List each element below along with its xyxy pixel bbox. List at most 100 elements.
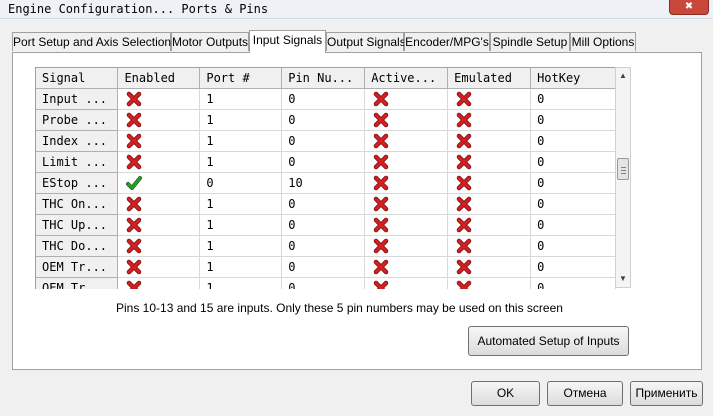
port-cell[interactable]: 1	[199, 130, 283, 152]
hotkey-cell[interactable]: 0	[530, 88, 616, 110]
col-header-hotkey[interactable]: HotKey	[530, 68, 616, 89]
grid-cell[interactable]	[447, 88, 532, 110]
hotkey-cell[interactable]: 0	[530, 214, 616, 236]
port-cell[interactable]: 1	[199, 88, 283, 110]
signal-name-cell[interactable]: OEM Tr...	[36, 277, 119, 289]
grid-cell[interactable]	[364, 130, 449, 152]
hotkey-cell[interactable]: 0	[530, 277, 616, 289]
pin-cell[interactable]: 0	[281, 277, 366, 289]
signal-name-cell[interactable]: THC Do...	[36, 235, 119, 257]
port-cell[interactable]: 1	[199, 151, 283, 173]
grid-cell[interactable]	[117, 277, 201, 289]
grid-cell[interactable]	[117, 109, 201, 131]
grid-cell[interactable]	[117, 193, 201, 215]
port-cell[interactable]: 1	[199, 235, 283, 257]
pin-cell[interactable]: 10	[281, 172, 366, 194]
pin-cell[interactable]: 0	[281, 130, 366, 152]
port-cell[interactable]: 1	[199, 193, 283, 215]
grid-cell[interactable]	[364, 235, 449, 257]
tab-motor-outputs[interactable]: Motor Outputs	[171, 32, 249, 51]
port-cell[interactable]: 1	[199, 214, 283, 236]
signal-name-cell[interactable]: Index ...	[36, 130, 119, 152]
tab-input-signals[interactable]: Input Signals	[249, 30, 326, 53]
hotkey-cell[interactable]: 0	[530, 130, 616, 152]
grid-cell[interactable]	[117, 130, 201, 152]
signals-grid[interactable]: Signal Enabled Port # Pin Nu... Active..…	[35, 67, 616, 289]
tab-port-setup[interactable]: Port Setup and Axis Selection	[12, 32, 171, 51]
col-header-active-low[interactable]: Active...	[364, 68, 449, 89]
scroll-thumb[interactable]	[617, 158, 629, 181]
table-row[interactable]: Limit ... 1 0 0	[36, 151, 616, 173]
grid-cell[interactable]	[364, 172, 449, 194]
scroll-up-arrow[interactable]: ▲	[616, 68, 630, 84]
signal-name-cell[interactable]: OEM Tr...	[36, 256, 119, 278]
grid-cell[interactable]	[364, 109, 449, 131]
table-row[interactable]: Index ... 1 0 0	[36, 130, 616, 152]
pin-cell[interactable]: 0	[281, 214, 366, 236]
pin-cell[interactable]: 0	[281, 235, 366, 257]
table-row[interactable]: THC Up... 1 0 0	[36, 214, 616, 236]
apply-button[interactable]: Применить	[630, 381, 703, 406]
grid-cell[interactable]	[364, 277, 449, 289]
pin-cell[interactable]: 0	[281, 88, 366, 110]
signal-name-cell[interactable]: Limit ...	[36, 151, 119, 173]
cancel-button[interactable]: Отмена	[547, 381, 623, 406]
grid-cell[interactable]	[117, 88, 201, 110]
signal-name-cell[interactable]: Probe ...	[36, 109, 119, 131]
grid-cell[interactable]	[447, 172, 532, 194]
hotkey-cell[interactable]: 0	[530, 235, 616, 257]
hotkey-cell[interactable]: 0	[530, 256, 616, 278]
pin-cell[interactable]: 0	[281, 151, 366, 173]
col-header-port[interactable]: Port #	[199, 68, 283, 89]
grid-cell[interactable]	[364, 88, 449, 110]
grid-cell[interactable]	[447, 256, 532, 278]
signal-name-cell[interactable]: THC On...	[36, 193, 119, 215]
table-row[interactable]: THC On... 1 0 0	[36, 193, 616, 215]
grid-cell[interactable]	[447, 193, 532, 215]
pin-cell[interactable]: 0	[281, 193, 366, 215]
grid-cell[interactable]	[364, 256, 449, 278]
port-cell[interactable]: 0	[199, 172, 283, 194]
grid-cell[interactable]	[447, 130, 532, 152]
grid-scrollbar[interactable]: ▲ ▼	[615, 67, 631, 288]
table-row[interactable]: THC Do... 1 0 0	[36, 235, 616, 257]
scroll-down-arrow[interactable]: ▼	[616, 271, 630, 287]
pin-cell[interactable]: 0	[281, 256, 366, 278]
pin-cell[interactable]: 0	[281, 109, 366, 131]
grid-cell[interactable]	[447, 151, 532, 173]
grid-cell[interactable]	[364, 214, 449, 236]
grid-cell[interactable]	[117, 172, 201, 194]
automated-setup-button[interactable]: Automated Setup of Inputs	[468, 326, 629, 356]
signal-name-cell[interactable]: THC Up...	[36, 214, 119, 236]
grid-cell[interactable]	[364, 193, 449, 215]
col-header-emulated[interactable]: Emulated	[447, 68, 532, 89]
tab-spindle-setup[interactable]: Spindle Setup	[490, 32, 570, 51]
grid-cell[interactable]	[447, 214, 532, 236]
close-button[interactable]: ✖	[669, 0, 709, 15]
port-cell[interactable]: 1	[199, 277, 283, 289]
col-header-pin[interactable]: Pin Nu...	[281, 68, 366, 89]
port-cell[interactable]: 1	[199, 109, 283, 131]
tab-output-signals[interactable]: Output Signals	[326, 32, 406, 51]
table-row[interactable]: Input ... 1 0 0	[36, 88, 616, 110]
tab-mill-options[interactable]: Mill Options	[570, 32, 636, 51]
table-row[interactable]: OEM Tr... 1 0 0	[36, 277, 616, 289]
grid-cell[interactable]	[447, 235, 532, 257]
table-row[interactable]: EStop ... 0 10 0	[36, 172, 616, 194]
grid-cell[interactable]	[447, 277, 532, 289]
table-row[interactable]: Probe ... 1 0 0	[36, 109, 616, 131]
hotkey-cell[interactable]: 0	[530, 172, 616, 194]
grid-cell[interactable]	[447, 109, 532, 131]
signal-name-cell[interactable]: EStop ...	[36, 172, 119, 194]
grid-cell[interactable]	[117, 235, 201, 257]
table-row[interactable]: OEM Tr... 1 0 0	[36, 256, 616, 278]
grid-cell[interactable]	[117, 151, 201, 173]
hotkey-cell[interactable]: 0	[530, 193, 616, 215]
col-header-signal[interactable]: Signal	[36, 68, 119, 89]
grid-cell[interactable]	[364, 151, 449, 173]
port-cell[interactable]: 1	[199, 256, 283, 278]
hotkey-cell[interactable]: 0	[530, 109, 616, 131]
tab-encoder-mpg[interactable]: Encoder/MPG's	[404, 32, 490, 51]
grid-cell[interactable]	[117, 214, 201, 236]
ok-button[interactable]: OK	[471, 381, 540, 406]
